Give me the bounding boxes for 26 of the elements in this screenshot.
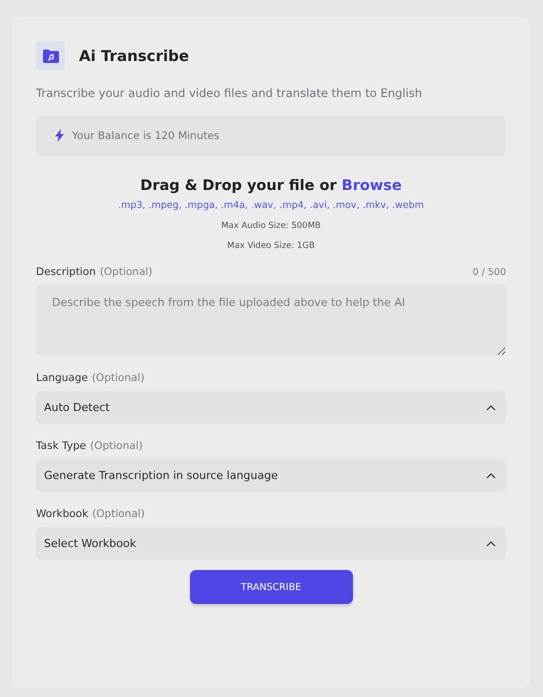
caret-icon bbox=[486, 404, 496, 410]
field-label: Workbook bbox=[36, 508, 88, 520]
balance-text: Your Balance is 120 Minutes bbox=[72, 130, 220, 142]
transcribe-button[interactable]: TRANSCRIBE bbox=[190, 570, 352, 604]
caret-icon bbox=[486, 472, 496, 478]
optional-hint: (Optional) bbox=[92, 372, 144, 384]
app-title: Ai Transcribe bbox=[79, 46, 190, 64]
optional-hint: (Optional) bbox=[100, 266, 152, 278]
field-label: Task Type bbox=[36, 440, 86, 452]
dropdown[interactable]: Select Workbook bbox=[36, 527, 506, 560]
field-label: Language bbox=[36, 372, 88, 384]
upload-prompt: Drag & Drop your file or bbox=[140, 178, 338, 194]
optional-hint: (Optional) bbox=[92, 508, 145, 520]
subtitle: Transcribe your audio and video files and translate them to English bbox=[36, 86, 424, 100]
size-limit: Max Audio Size: 500MB bbox=[221, 221, 321, 231]
size-limit: Max Video Size: 1GB bbox=[227, 241, 315, 251]
file-formats: .mp3, .mpeg, .mpga, .m4a, .wav, .mp4, .avi, .mov, .mkv, .webm bbox=[118, 200, 424, 211]
char-counter: 0 / 500 bbox=[472, 267, 506, 278]
caret-icon bbox=[486, 540, 496, 546]
field-label: Description bbox=[36, 266, 96, 278]
music-folder-icon bbox=[36, 41, 65, 70]
dropdown[interactable]: Generate Transcription in source language bbox=[36, 459, 506, 492]
description-field[interactable]: Describe the speech from the file uploaded above to help the AI bbox=[36, 284, 506, 356]
browse-link[interactable]: Browse bbox=[342, 178, 402, 194]
optional-hint: (Optional) bbox=[90, 440, 143, 452]
dropdown[interactable]: Auto Detect bbox=[36, 391, 506, 424]
